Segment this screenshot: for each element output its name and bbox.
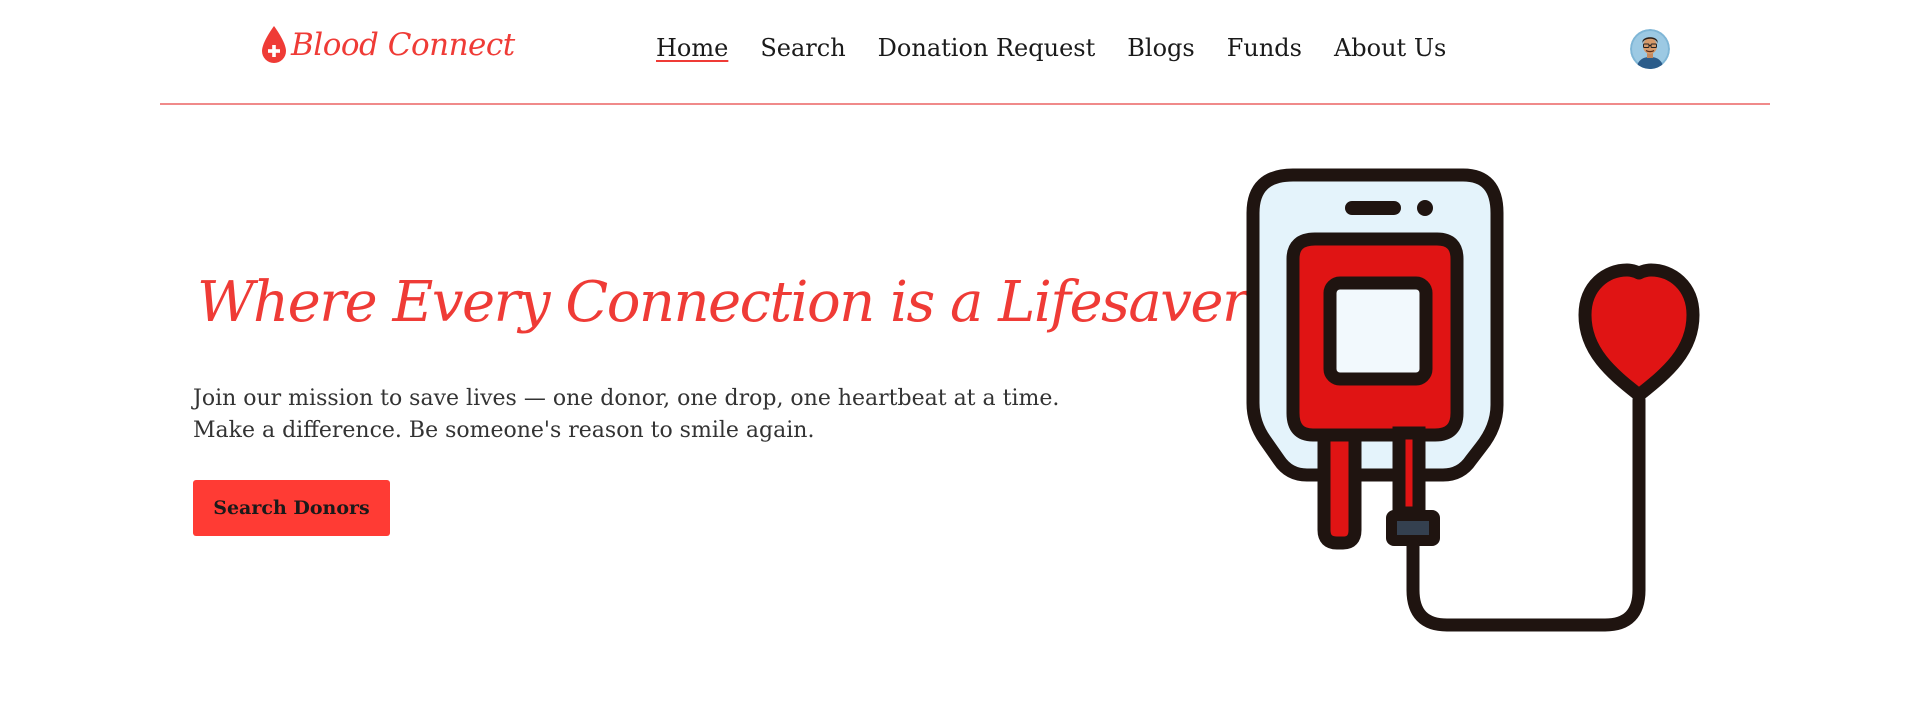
hero-description: Join our mission to save lives — one don… [193, 383, 1093, 447]
top-navbar: Blood Connect Home Search Donation Reque… [160, 0, 1770, 105]
hero-title: Where Every Connection is a Lifesaver ! [197, 270, 1286, 335]
nav-home[interactable]: Home [656, 34, 728, 62]
main-nav: Home Search Donation Request Blogs Funds… [656, 34, 1446, 62]
nav-about-us[interactable]: About Us [1334, 34, 1446, 62]
blood-drop-icon [262, 26, 286, 63]
hero-line-1: Join our mission to save lives — one don… [193, 386, 1060, 411]
search-donors-button[interactable]: Search Donors [193, 480, 390, 536]
brand-name: Blood Connect [291, 27, 515, 63]
page: Blood Connect Home Search Donation Reque… [0, 0, 1905, 716]
nav-funds[interactable]: Funds [1227, 34, 1302, 62]
nav-donation-request[interactable]: Donation Request [878, 34, 1096, 62]
brand-logo[interactable]: Blood Connect [260, 24, 515, 66]
hero-line-2: Make a difference. Be someone's reason t… [193, 418, 815, 443]
avatar-icon [1630, 29, 1670, 69]
blood-bag-heart-icon [1246, 168, 1700, 632]
nav-blogs[interactable]: Blogs [1127, 34, 1194, 62]
nav-search[interactable]: Search [760, 34, 845, 62]
user-avatar[interactable] [1630, 29, 1670, 69]
